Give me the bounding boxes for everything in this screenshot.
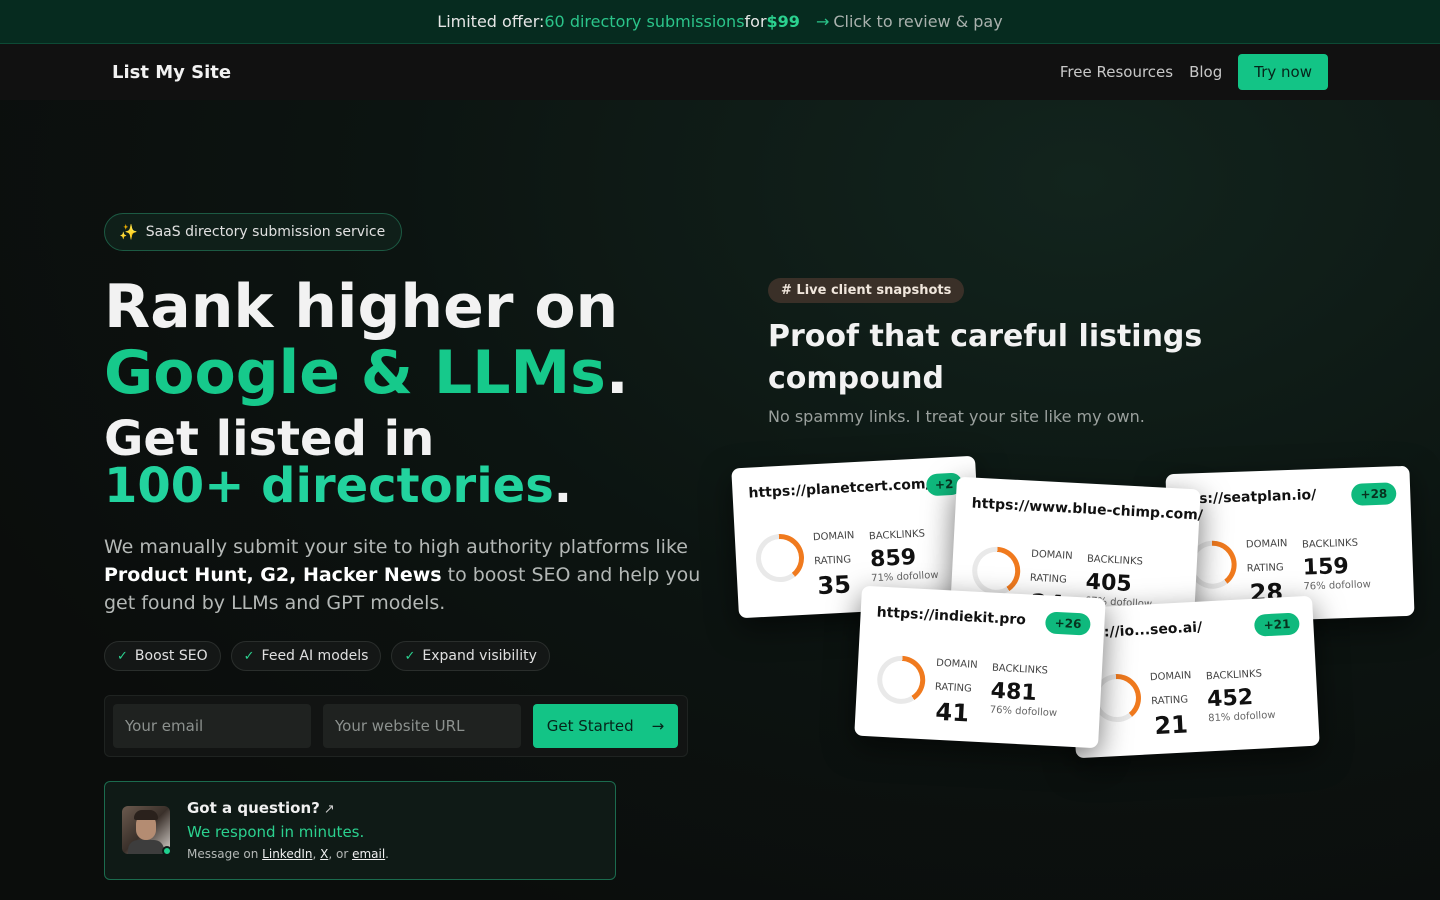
domain-label: DOMAIN <box>1245 538 1288 551</box>
service-pill-label: SaaS directory submission service <box>145 224 386 240</box>
sparkles-icon: ✨ <box>119 223 138 241</box>
rating-ring <box>875 654 927 706</box>
try-now-button[interactable]: Try now <box>1238 54 1328 90</box>
nav-link-free-resources[interactable]: Free Resources <box>1060 63 1173 81</box>
dofollow-percent: 76% dofollow <box>1303 579 1372 593</box>
domain-rating-value: 35 <box>816 570 852 601</box>
headline-directories: 100+ directories <box>104 458 554 514</box>
linkedin-link[interactable]: LinkedIn <box>262 847 312 861</box>
banner-price: $99 <box>766 12 800 31</box>
contact-prefix: Message on <box>187 847 263 861</box>
headline-line-1: Rank higher on <box>104 272 619 342</box>
card-url: https://www.blue-chimp.com/ <box>971 495 1204 524</box>
backlinks-value: 405 <box>1085 569 1133 597</box>
chip-feed-ai: ✓ Feed AI models <box>230 641 382 671</box>
benefit-chips: ✓ Boost SEO ✓ Feed AI models ✓ Expand visib… <box>104 641 550 671</box>
check-icon: ✓ <box>117 648 128 664</box>
rating-ring <box>970 545 1022 597</box>
check-icon: ✓ <box>243 648 255 664</box>
domain-label: DOMAIN <box>935 657 978 671</box>
arrow-right-icon: → <box>651 717 665 735</box>
email-input[interactable] <box>113 704 311 748</box>
online-status-dot <box>162 846 172 856</box>
lead-platforms: Product Hunt, G2, Hacker News <box>104 564 442 586</box>
contact-options: Message on LinkedIn, X, or email. <box>187 847 389 861</box>
backlinks-value: 452 <box>1206 684 1254 713</box>
proof-subtitle: No spammy links. I treat your site like … <box>768 407 1145 426</box>
headline-highlight: Google & LLMs <box>104 338 606 408</box>
chip-boost-seo: ✓ Boost SEO <box>104 641 221 671</box>
rating-label: RATING <box>1029 572 1068 586</box>
question-title: Got a question? <box>187 799 320 817</box>
banner-mid: for <box>744 12 767 31</box>
card-url: https://indiekit.pro <box>876 604 1027 629</box>
backlinks-label: BACKLINKS <box>868 528 926 543</box>
live-snapshots-badge: # Live client snapshots <box>768 278 965 303</box>
backlinks-label: BACKLINKS <box>991 662 1049 677</box>
chip-label: Expand visibility <box>422 648 537 664</box>
rating-label: RATING <box>1246 562 1284 575</box>
card-delta-badge: +21 <box>1254 612 1300 637</box>
email-link[interactable]: email <box>352 847 385 861</box>
rating-ring <box>754 532 806 584</box>
proof-title: Proof that careful listings compound <box>768 319 1203 396</box>
domain-label: DOMAIN <box>812 530 855 544</box>
backlinks-label: BACKLINKS <box>1205 668 1263 683</box>
promo-banner[interactable]: Limited offer: 60 directory submissions … <box>0 0 1440 44</box>
card-url: tps://seatplan.io/ <box>1182 487 1317 508</box>
card-delta-badge: +26 <box>1045 611 1091 636</box>
nav-links: Free Resources Blog Try now <box>1060 54 1328 90</box>
backlinks-label: BACKLINKS <box>1086 553 1144 568</box>
dofollow-percent: 71% dofollow <box>870 569 939 585</box>
hero-description: We manually submit your site to high aut… <box>104 533 704 617</box>
get-started-button[interactable]: Get Started → <box>533 704 678 748</box>
domain-rating-value: 21 <box>1153 710 1189 741</box>
signup-form: Get Started → <box>104 695 688 757</box>
question-card: Got a question? ↗ We respond in minutes. … <box>104 781 616 880</box>
external-link-icon: ↗ <box>323 802 335 817</box>
nav-link-blog[interactable]: Blog <box>1189 63 1222 81</box>
card-delta-badge: +28 <box>1351 482 1397 506</box>
stat-card-indiekit: https://indiekit.pro +26 DOMAIN RATING 4… <box>854 585 1106 749</box>
service-pill: ✨ SaaS directory submission service <box>104 213 403 251</box>
backlinks-label: BACKLINKS <box>1301 537 1359 551</box>
domain-rating-value: 41 <box>934 697 970 728</box>
headline-line-2: Google & LLMs. <box>104 343 629 403</box>
domain-label: DOMAIN <box>1030 548 1073 562</box>
domain-label: DOMAIN <box>1149 670 1192 684</box>
check-icon: ✓ <box>404 648 416 664</box>
response-time: We respond in minutes. <box>187 823 365 841</box>
headline-dot: . <box>605 338 629 408</box>
brand-logo[interactable]: List My Site <box>112 62 231 83</box>
card-url: https://planetcert.com/ <box>748 476 932 502</box>
chip-label: Boost SEO <box>134 648 208 664</box>
contact-suffix: . <box>385 847 389 861</box>
get-started-label: Get Started <box>546 717 634 735</box>
stat-card-seo-ai: ps://io...seo.ai/ +21 DOMAIN RATING 21 B… <box>1068 595 1320 759</box>
website-url-input[interactable] <box>323 704 521 748</box>
contact-sep-2: , or <box>328 847 353 861</box>
chip-label: Feed AI models <box>261 648 369 664</box>
navbar: List My Site Free Resources Blog Try now <box>0 44 1440 100</box>
banner-cta[interactable]: Click to review & pay <box>833 12 1002 31</box>
headline-line-3: Get listed in <box>104 411 435 467</box>
contact-sep-1: , <box>312 847 321 861</box>
chip-expand-visibility: ✓ Expand visibility <box>391 641 550 671</box>
rating-label: RATING <box>1150 694 1189 708</box>
arrow-right-icon: → <box>815 12 830 31</box>
dofollow-percent: 81% dofollow <box>1207 709 1276 725</box>
banner-prefix: Limited offer: <box>437 12 545 31</box>
backlinks-value: 481 <box>990 678 1038 706</box>
backlinks-value: 859 <box>869 544 917 573</box>
headline-line-4: 100+ directories. <box>104 462 572 510</box>
backlinks-value: 159 <box>1302 553 1350 581</box>
headline-dot-2: . <box>553 458 573 514</box>
rating-label: RATING <box>934 681 973 695</box>
banner-highlight: 60 directory submissions <box>544 12 745 31</box>
dofollow-percent: 76% dofollow <box>989 704 1058 720</box>
lead-start: We manually submit your site to high aut… <box>104 536 688 558</box>
question-title-link[interactable]: Got a question? ↗ <box>187 799 335 817</box>
rating-label: RATING <box>813 554 852 568</box>
